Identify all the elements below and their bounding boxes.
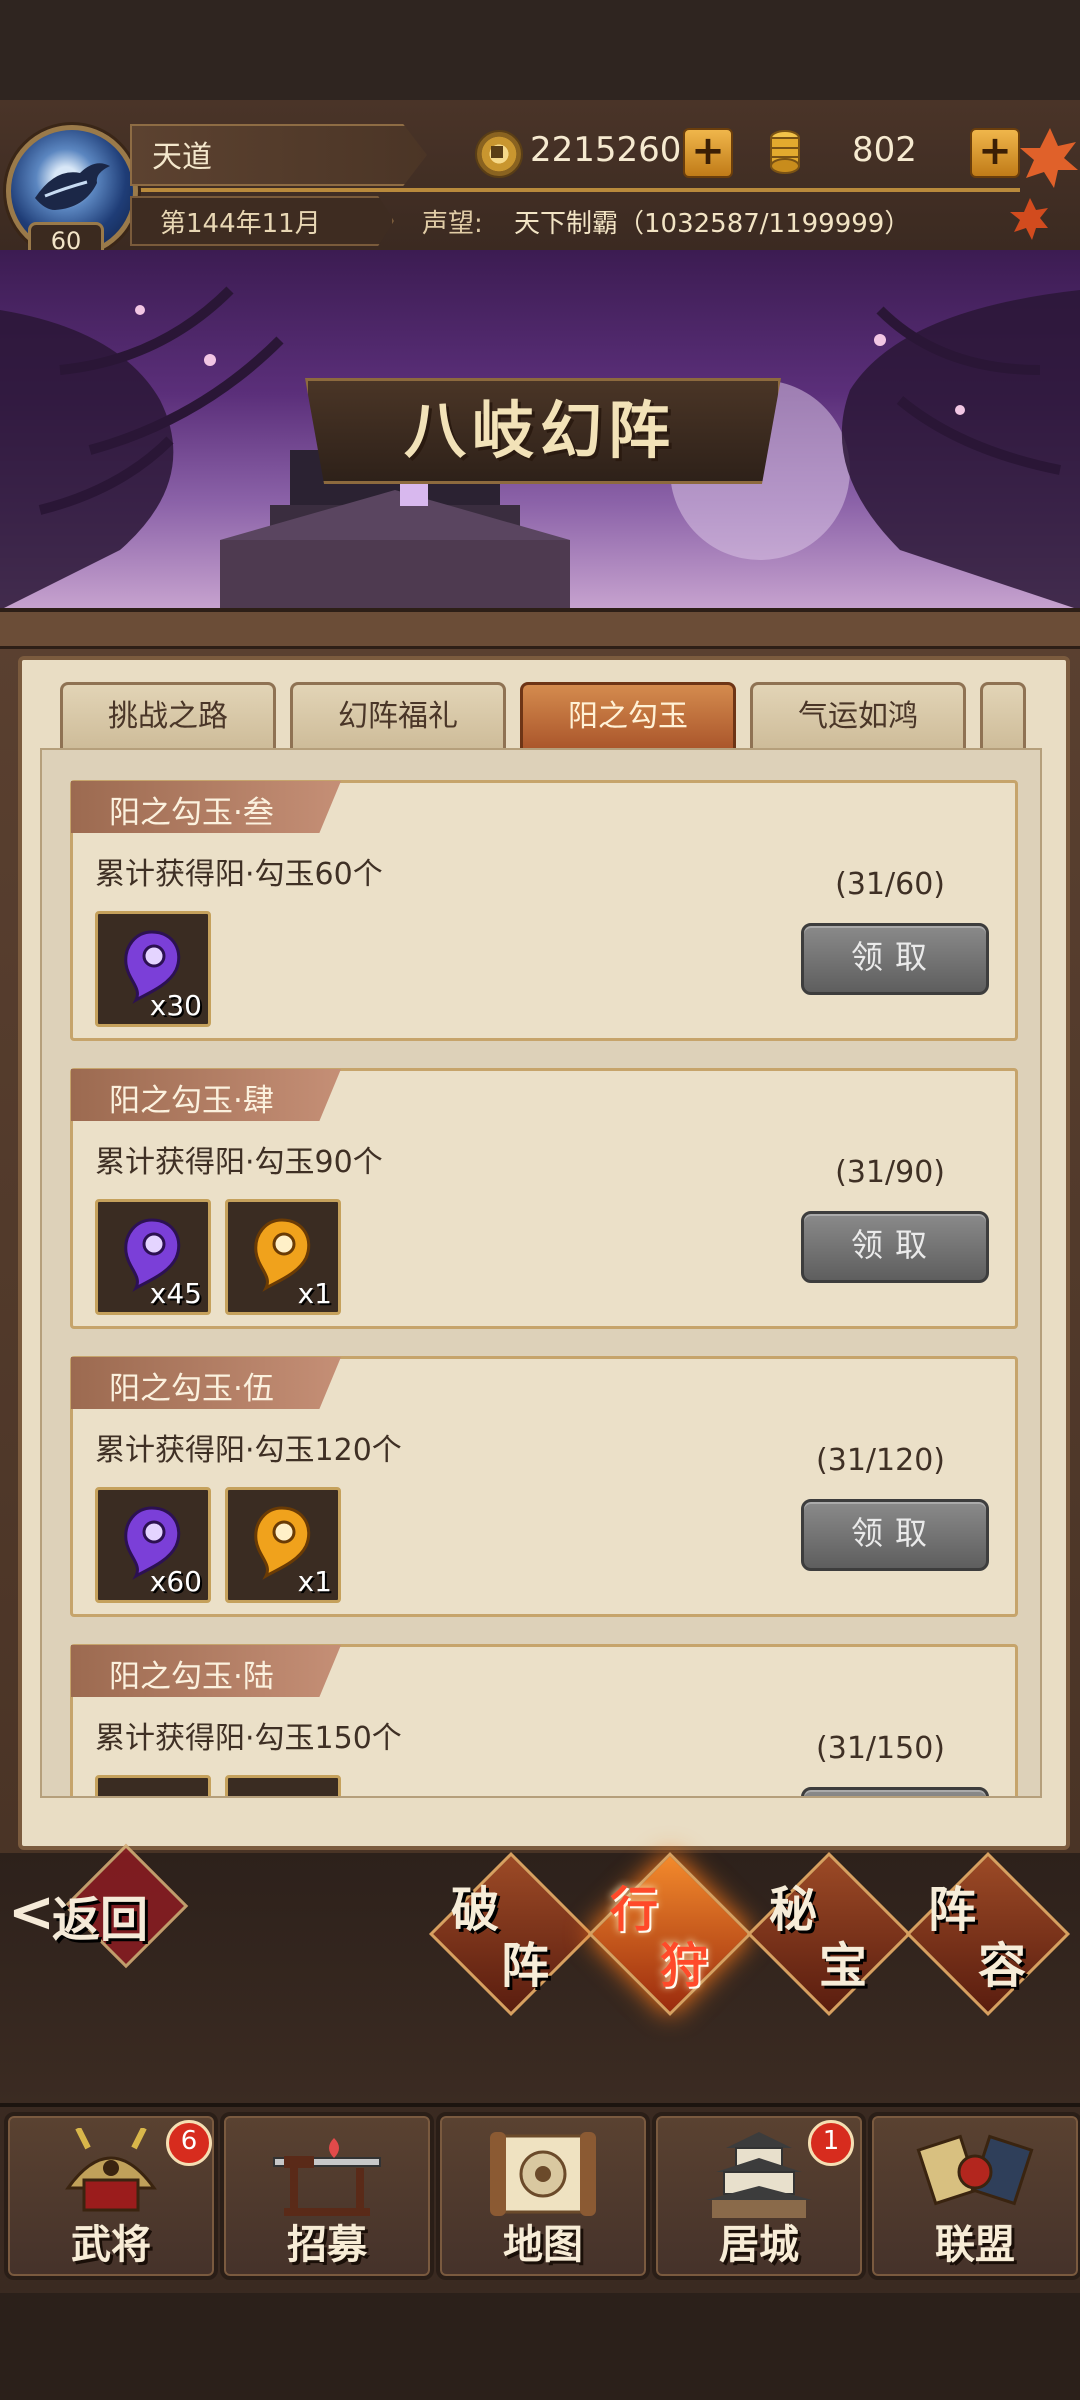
quest-card: 阳之勾玉·陆 累计获得阳·勾玉150个 (31/150) 领取 bbox=[70, 1644, 1018, 1796]
alliance-banner-icon bbox=[916, 2134, 1034, 2206]
reward-slot[interactable]: x1 bbox=[225, 1487, 341, 1603]
reputation-value: 天下制霸（1032587/1199999） bbox=[514, 209, 911, 239]
quest-description: 累计获得阳·勾玉150个 bbox=[95, 1721, 402, 1756]
frame-edge bbox=[0, 612, 1080, 649]
mode-lineup[interactable]: 阵 容 bbox=[905, 1851, 1071, 2017]
reputation-label: 声望: bbox=[422, 209, 483, 239]
mode-char-2: 宝 bbox=[819, 1938, 868, 1994]
mode-hunt[interactable]: 行 狩 bbox=[587, 1851, 753, 2017]
tab-more[interactable] bbox=[980, 682, 1026, 751]
back-chevron-icon[interactable]: < bbox=[8, 1880, 55, 1945]
reward-slot[interactable] bbox=[225, 1775, 341, 1796]
quest-card: 阳之勾玉·肆 累计获得阳·勾玉90个 (31/90) x45 x1 领取 bbox=[70, 1068, 1018, 1329]
dock-alliance[interactable]: 联盟 bbox=[868, 2112, 1080, 2280]
add-coins-button[interactable]: + bbox=[683, 128, 733, 178]
claim-button[interactable]: 领取 bbox=[801, 1499, 989, 1571]
quest-title: 阳之勾玉·叁 bbox=[109, 795, 274, 831]
game-date: 第144年11月 bbox=[160, 209, 321, 239]
dock-label: 武将 bbox=[71, 2221, 151, 2268]
dock-label: 联盟 bbox=[935, 2221, 1015, 2268]
gold-amount: 802 bbox=[852, 130, 917, 170]
claim-button[interactable]: 领取 bbox=[801, 923, 989, 995]
mode-treasure[interactable]: 秘 宝 bbox=[746, 1851, 912, 2017]
mode-break-formation[interactable]: 破 阵 bbox=[428, 1851, 594, 2017]
reward-slot[interactable]: x30 bbox=[95, 911, 211, 1027]
notification-badge: 1 bbox=[808, 2120, 854, 2166]
quest-progress: (31/120) bbox=[816, 1443, 945, 1478]
quest-card: 阳之勾玉·叁 累计获得阳·勾玉60个 (31/60) x30 领取 bbox=[70, 780, 1018, 1041]
quest-description: 累计获得阳·勾玉90个 bbox=[95, 1145, 383, 1180]
castle-icon bbox=[706, 2132, 812, 2218]
reward-quantity: x45 bbox=[149, 1277, 202, 1310]
dock-label: 居城 bbox=[719, 2221, 799, 2268]
maple-leaves-icon bbox=[1010, 128, 1078, 240]
claim-button[interactable]: 领取 bbox=[801, 1211, 989, 1283]
mode-char-2: 阵 bbox=[501, 1938, 550, 1994]
footer-strip bbox=[0, 2293, 1080, 2400]
mode-char-1: 秘 bbox=[769, 1882, 818, 1938]
quest-progress: (31/60) bbox=[835, 867, 945, 902]
tab-challenge-road[interactable]: 挑战之路 bbox=[60, 682, 276, 751]
quest-progress: (31/90) bbox=[835, 1155, 945, 1190]
dock-label: 招募 bbox=[287, 2221, 367, 2268]
quest-title: 阳之勾玉·陆 bbox=[109, 1659, 274, 1695]
reward-slot[interactable]: x1 bbox=[225, 1199, 341, 1315]
reward-quantity: x60 bbox=[149, 1565, 202, 1598]
quest-list[interactable]: 阳之勾玉·叁 累计获得阳·勾玉60个 (31/60) x30 领取 阳之勾玉·肆… bbox=[40, 748, 1042, 1798]
quest-title: 阳之勾玉·肆 bbox=[109, 1083, 274, 1119]
reward-quantity: x1 bbox=[297, 1277, 332, 1310]
dock-recruit[interactable]: 招募 bbox=[220, 2112, 434, 2280]
tab-yang-magatama[interactable]: 阳之勾玉 bbox=[520, 682, 736, 751]
mode-char-2: 容 bbox=[978, 1938, 1027, 1994]
reward-slot[interactable]: x45 bbox=[95, 1199, 211, 1315]
katana-rack-icon bbox=[273, 2138, 381, 2216]
event-title: 八岐幻阵 bbox=[403, 394, 676, 467]
scroll-map-icon bbox=[490, 2132, 596, 2216]
quest-title: 阳之勾玉·伍 bbox=[109, 1371, 274, 1407]
dock-map[interactable]: 地图 bbox=[436, 2112, 650, 2280]
tab-fortune[interactable]: 气运如鸿 bbox=[750, 682, 966, 751]
dock-label: 地图 bbox=[503, 2221, 583, 2268]
player-name: 天道 bbox=[152, 140, 212, 175]
quest-description: 累计获得阳·勾玉120个 bbox=[95, 1433, 402, 1468]
header-divider bbox=[140, 188, 1020, 192]
quest-progress: (31/150) bbox=[816, 1731, 945, 1766]
mode-char-2: 狩 bbox=[660, 1938, 709, 1994]
notification-badge: 6 bbox=[166, 2120, 212, 2166]
reward-slot[interactable] bbox=[95, 1775, 211, 1796]
tab-illusion-gifts[interactable]: 幻阵福礼 bbox=[290, 682, 506, 751]
samurai-helmet-icon bbox=[65, 2128, 157, 2212]
mode-char-1: 阵 bbox=[928, 1882, 977, 1938]
quest-description: 累计获得阳·勾玉60个 bbox=[95, 857, 383, 892]
coin-amount: 2215260 bbox=[530, 130, 682, 170]
back-button[interactable]: 返回 bbox=[52, 1880, 148, 1950]
crow-icon bbox=[35, 163, 110, 210]
mode-char-1: 行 bbox=[610, 1882, 659, 1938]
reward-quantity: x30 bbox=[149, 989, 202, 1022]
gold-ingot-icon bbox=[770, 130, 800, 174]
status-strip bbox=[0, 0, 1080, 100]
coin-icon bbox=[475, 130, 523, 178]
mode-char-1: 破 bbox=[451, 1882, 500, 1938]
claim-button[interactable]: 领取 bbox=[801, 1787, 989, 1796]
reward-slot[interactable]: x60 bbox=[95, 1487, 211, 1603]
quest-card: 阳之勾玉·伍 累计获得阳·勾玉120个 (31/120) x60 x1 领取 bbox=[70, 1356, 1018, 1617]
reward-quantity: x1 bbox=[297, 1565, 332, 1598]
